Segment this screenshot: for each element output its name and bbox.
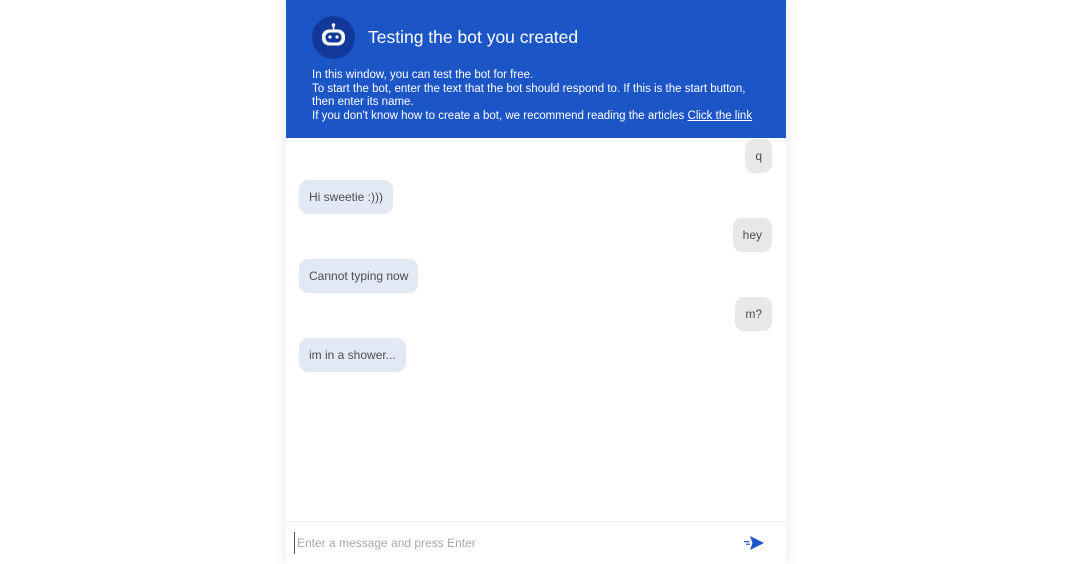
user-message-bubble: m? (735, 297, 772, 331)
send-icon (744, 536, 764, 550)
bot-message-bubble: im in a shower... (299, 338, 406, 372)
bot-test-panel: Testing the bot you created In this wind… (286, 0, 786, 564)
chat-description: In this window, you can test the bot for… (312, 69, 772, 123)
message-input[interactable] (294, 532, 724, 554)
bot-avatar (312, 16, 355, 59)
description-line: then enter its name. (312, 96, 414, 108)
bot-message-bubble: Hi sweetie :))) (299, 180, 394, 214)
description-line: If you don't know how to create a bot, w… (312, 109, 685, 122)
articles-link[interactable]: Click the link (688, 110, 753, 122)
description-line: To start the bot, enter the text that th… (312, 82, 746, 95)
description-line-with-link: If you don't know how to create a bot, w… (312, 110, 772, 124)
bot-message-bubble: Cannot typing now (299, 259, 419, 293)
chat-title: Testing the bot you created (368, 27, 579, 47)
send-button[interactable] (743, 534, 767, 552)
user-message-bubble: hey (732, 218, 772, 252)
chat-header: Testing the bot you created In this wind… (286, 0, 786, 138)
robot-icon (322, 23, 345, 46)
message-composer (286, 521, 786, 564)
user-message-bubble: q (745, 139, 772, 173)
description-line: In this window, you can test the bot for… (312, 69, 534, 81)
